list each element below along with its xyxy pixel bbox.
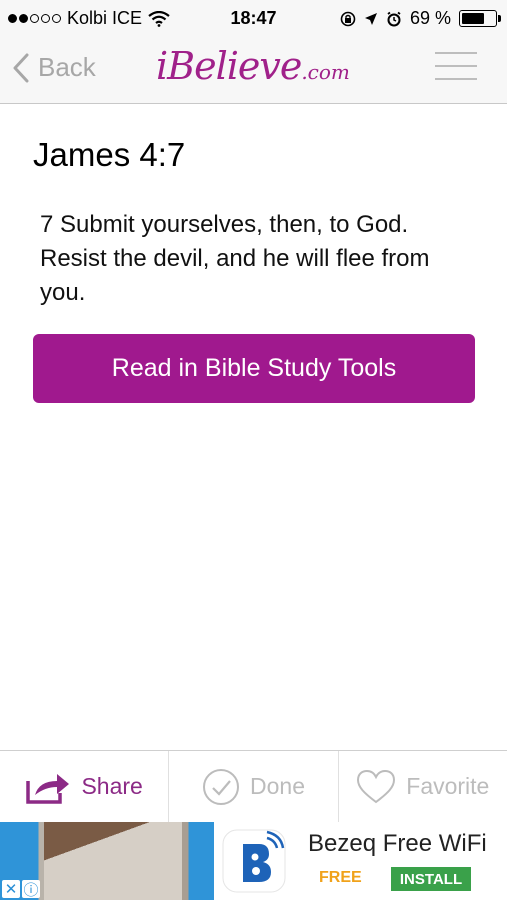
- checkmark-circle-icon: [203, 768, 239, 805]
- ad-title: Bezeq Free WiFi: [308, 830, 487, 857]
- favorite-label: Favorite: [406, 773, 490, 799]
- share-label: Share: [81, 773, 143, 799]
- back-label: Back: [38, 52, 96, 82]
- ad-controls: ✕ ⓘ: [2, 880, 40, 899]
- ad-street-photo: [44, 822, 182, 900]
- ad-info-icon[interactable]: ⓘ: [22, 880, 40, 899]
- navigation-bar: Back iBelieve.com: [0, 36, 507, 104]
- status-bar: Kolbi ICE 18:47 69 %: [0, 0, 507, 36]
- done-button[interactable]: Done: [169, 751, 339, 822]
- battery-icon: [459, 10, 501, 27]
- share-icon: [26, 773, 70, 804]
- location-arrow-icon: [364, 12, 377, 25]
- ad-install-button[interactable]: INSTALL: [391, 867, 471, 891]
- back-button[interactable]: Back: [12, 52, 96, 83]
- status-right: 69 %: [340, 8, 501, 29]
- alarm-icon: [387, 11, 401, 26]
- share-button[interactable]: Share: [0, 751, 170, 822]
- favorite-button[interactable]: Favorite: [339, 751, 507, 822]
- heart-icon: [357, 769, 396, 803]
- chevron-left-icon: [13, 53, 29, 82]
- ad-close-icon[interactable]: ✕: [2, 880, 20, 898]
- logo-main-text: iBelieve: [156, 44, 302, 88]
- action-toolbar: Share Done Favorite: [0, 750, 507, 822]
- ad-banner[interactable]: ✕ ⓘ Bezeq Free WiFi FREE INSTALL: [0, 822, 507, 900]
- ad-free-label: FREE: [319, 869, 362, 886]
- logo-tld-text: .com: [301, 60, 350, 84]
- hamburger-menu-icon[interactable]: [435, 52, 477, 80]
- verse-text: 7 Submit yourselves, then, to God. Resis…: [40, 211, 430, 306]
- verse-reference: James 4:7: [33, 136, 186, 173]
- rotation-lock-icon: [340, 11, 356, 26]
- read-in-bible-study-tools-button[interactable]: Read in Bible Study Tools: [33, 334, 475, 403]
- ibelieve-logo: iBelieve.com: [156, 44, 350, 88]
- done-label: Done: [250, 773, 305, 799]
- bezeq-logo-icon: [214, 822, 294, 900]
- battery-percent: 69 %: [409, 8, 451, 28]
